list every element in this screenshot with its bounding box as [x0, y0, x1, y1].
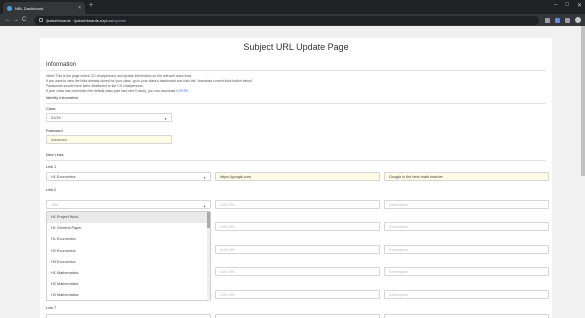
forward-arrow-icon[interactable]: →: [12, 17, 20, 23]
divider: [46, 103, 546, 104]
link2-subject-select[interactable]: Title ▲: [46, 200, 211, 209]
password-label: Password: [46, 129, 63, 133]
maximize-icon[interactable]: □: [565, 2, 569, 9]
url-placeholder: Link URL: [220, 247, 236, 252]
link7-description-input[interactable]: [384, 314, 549, 318]
new-links-heading: New Links: [46, 153, 64, 157]
description-placeholder: Description: [389, 224, 408, 229]
dropdown-option[interactable]: H1 General Paper: [47, 223, 210, 234]
link4-description-input[interactable]: Description: [384, 245, 549, 254]
link1-url-input[interactable]: https://google.com: [215, 172, 380, 181]
link3-description-input[interactable]: Description: [384, 222, 549, 231]
page-title: Subject URL Update Page: [243, 42, 349, 52]
description-placeholder: Description: [389, 292, 408, 297]
link2-subject-placeholder: Title: [51, 202, 59, 207]
class-label: Class: [46, 107, 56, 111]
browser-tab-strip: NBL Dashboard × + – □ ✕: [0, 0, 585, 14]
tab-close-icon[interactable]: ×: [78, 5, 81, 11]
class-select[interactable]: 21/19 ▼: [46, 113, 172, 122]
link6-description-input[interactable]: Description: [384, 290, 549, 299]
identity-heading: Identity Information: [46, 96, 79, 100]
browser-toolbar: ← → C ljsdashboards · ljsdashboards.ezpl…: [0, 14, 585, 26]
link5-description-input[interactable]: Description: [384, 267, 549, 276]
back-arrow-icon[interactable]: ←: [4, 17, 12, 23]
information-heading: Information: [46, 62, 77, 68]
minimize-icon[interactable]: –: [554, 2, 557, 9]
password-value: ••••••••••••: [51, 137, 67, 142]
link1-subject-value: H1 Economics: [51, 174, 76, 179]
link1-label: Link 1: [46, 165, 57, 169]
page-card: Subject URL Update Page Information Hell…: [40, 38, 552, 318]
chevron-down-icon: ▼: [164, 117, 167, 121]
link1-description-input[interactable]: Google is the best math teacher: [384, 172, 549, 181]
address-bar[interactable]: ljsdashboards · ljsdashboards.ezpl.co /u…: [34, 15, 539, 25]
link7-label: Link 7: [46, 306, 57, 310]
url-path: /update: [112, 17, 127, 23]
subject-dropdown-list[interactable]: H1 Project Work H1 General Paper H1 Econ…: [46, 211, 211, 302]
url-placeholder: Link URL: [220, 202, 236, 207]
intro-line-4: If your class has overridden the default…: [46, 89, 189, 93]
link5-url-input[interactable]: Link URL: [215, 267, 380, 276]
dropdown-scroll-thumb[interactable]: [207, 212, 210, 228]
divider: [46, 160, 546, 161]
chevron-down-icon: ▼: [203, 176, 206, 180]
close-window-icon[interactable]: ✕: [577, 2, 582, 9]
window-controls: – □ ✕: [554, 2, 582, 9]
dropdown-option[interactable]: H3 Economics: [47, 257, 210, 268]
link7-subject-select[interactable]: [46, 314, 211, 318]
dropdown-option[interactable]: H2 Economics: [47, 246, 210, 257]
puzzle-icon[interactable]: [565, 17, 570, 23]
link1-description-value: Google is the best math teacher: [389, 174, 443, 179]
divider: [46, 70, 546, 71]
download-here-link[interactable]: it HERE.: [176, 89, 189, 93]
link2-label: Link 2: [46, 188, 57, 192]
toolbar-extensions: [545, 17, 581, 23]
link2-url-input[interactable]: Link URL: [215, 200, 380, 209]
intro-line-1: Hello! This is the page where CG chairpe…: [46, 74, 193, 78]
dropdown-option[interactable]: H3 Mathematics: [47, 290, 210, 301]
description-placeholder: Description: [389, 269, 408, 274]
link6-url-input[interactable]: Link URL: [215, 290, 380, 299]
profile-avatar[interactable]: [575, 17, 581, 23]
dropdown-option[interactable]: H1 Economics: [47, 234, 210, 245]
dropdown-option[interactable]: H1 Mathematics: [47, 268, 210, 279]
description-placeholder: Description: [389, 202, 408, 207]
dropdown-option[interactable]: H1 Project Work: [47, 212, 210, 224]
reload-icon[interactable]: C: [20, 17, 28, 23]
browser-tab[interactable]: NBL Dashboard ×: [3, 2, 85, 14]
intro-line-2: If you want to view the links already st…: [46, 79, 254, 83]
link3-url-input[interactable]: Link URL: [215, 222, 380, 231]
link4-url-input[interactable]: Link URL: [215, 245, 380, 254]
chevron-down-icon: ▲: [203, 204, 206, 208]
star-icon[interactable]: [545, 17, 550, 23]
extension-icon[interactable]: [555, 17, 560, 23]
description-placeholder: Description: [389, 247, 408, 252]
url-host: ljsdashboards · ljsdashboards.ezpl.co: [46, 17, 113, 23]
url-placeholder: Link URL: [220, 269, 236, 274]
tab-title: NBL Dashboard: [15, 5, 44, 11]
new-tab-button[interactable]: +: [89, 2, 93, 10]
intro-line-3: Passwords should have been distributed t…: [46, 84, 144, 88]
link2-description-input[interactable]: Description: [384, 200, 549, 209]
dropdown-option[interactable]: H2 Mathematics: [47, 279, 210, 290]
page-scrollbar[interactable]: [581, 26, 585, 318]
link1-subject-select[interactable]: H1 Economics ▼: [46, 172, 211, 181]
intro-line-4-text: If your class has overridden the default…: [46, 89, 177, 93]
url-placeholder: Link URL: [220, 292, 236, 297]
lock-icon: [39, 18, 43, 22]
page-scroll-thumb[interactable]: [581, 26, 585, 176]
site-favicon-icon: [7, 5, 12, 11]
url-placeholder: Link URL: [220, 224, 236, 229]
dropdown-scrollbar[interactable]: [207, 212, 210, 302]
class-value: 21/19: [51, 115, 61, 120]
link7-url-input[interactable]: [215, 314, 380, 318]
password-field[interactable]: ••••••••••••: [46, 135, 172, 144]
link1-url-value: https://google.com: [220, 174, 252, 179]
